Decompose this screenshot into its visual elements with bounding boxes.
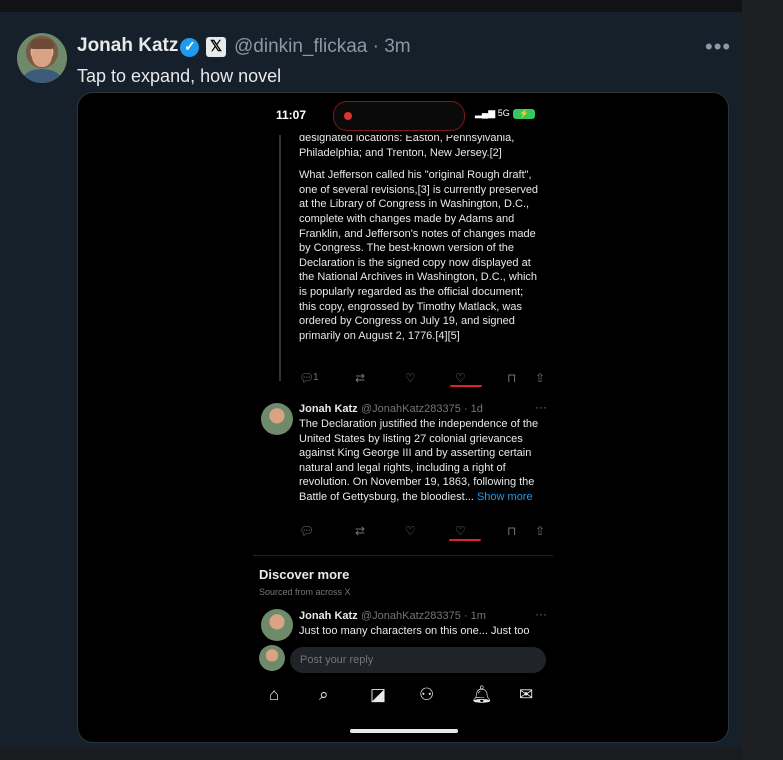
notifications-icon[interactable]: 🔔︎ (471, 685, 493, 705)
thread-line (279, 133, 281, 381)
post-media[interactable]: designated locations: Easton, Pennsylvan… (77, 92, 729, 743)
red-underline-2 (449, 539, 481, 541)
reply-icon[interactable]: 💬︎ (299, 524, 314, 538)
status-time: 11:07 (276, 108, 307, 122)
verified-badge-icon (180, 38, 199, 57)
dynamic-island (333, 101, 465, 131)
divider (253, 555, 553, 556)
communities-icon[interactable]: ⚇ (419, 685, 434, 705)
thread-text: designated locations: Easton, Pennsylvan… (299, 131, 539, 351)
views-icon[interactable]: ♡ (455, 371, 466, 385)
thread-text-part2: What Jefferson called his "original Roug… (299, 169, 539, 342)
author-avatar[interactable] (17, 33, 67, 83)
reply-count: 1 (313, 372, 319, 383)
tweet1-actions: 💬︎ 1 ⇄ ♡ ♡ ⊓ ⇧ (299, 371, 549, 387)
home-icon[interactable]: ⌂ (269, 685, 279, 705)
reply-avatar (259, 645, 285, 671)
share-icon[interactable]: ⇧ (535, 371, 545, 385)
tweet3-text: Just too many characters on this one... … (299, 625, 530, 637)
right-gutter (742, 0, 783, 760)
author-handle-time[interactable]: @dinkin_flickaa · 3m (234, 36, 411, 58)
reply-input[interactable]: Post your reply (290, 647, 546, 673)
reply-icon[interactable]: 💬︎ (299, 371, 314, 385)
network-type: 5G (497, 108, 510, 118)
share-icon[interactable]: ⇧ (535, 524, 545, 538)
tweet3-handle[interactable]: @JonahKatz283375 · 1m (361, 610, 486, 622)
tweet3-more-icon[interactable]: ··· (535, 607, 547, 621)
battery-icon: ⚡ (513, 109, 535, 119)
more-options-icon[interactable]: ••• (705, 34, 731, 60)
compose-icon[interactable]: ◪ (370, 685, 386, 705)
retweet-icon[interactable]: ⇄ (355, 524, 365, 538)
search-icon[interactable]: ⌕ (319, 685, 329, 705)
reply-placeholder: Post your reply (300, 654, 374, 666)
retweet-icon[interactable]: ⇄ (355, 371, 365, 385)
bookmark-icon[interactable]: ⊓ (507, 371, 516, 385)
top-edge (0, 0, 783, 12)
like-icon[interactable]: ♡ (405, 524, 416, 538)
discover-title: Discover more (259, 567, 350, 582)
status-bar: 11:07 ▂▄▆ 5G ⚡ (253, 93, 553, 135)
tweet2-actions: 💬︎ ⇄ ♡ ♡ ⊓ ⇧ (299, 524, 549, 540)
post-card[interactable]: Jonah Katz 𝕏 @dinkin_flickaa · 3m ••• Ta… (0, 12, 742, 748)
author-name[interactable]: Jonah Katz (77, 35, 178, 57)
discover-subtitle: Sourced from across X (259, 587, 351, 597)
thread-text-part1: designated locations: Easton, Pennsylvan… (299, 132, 515, 159)
reply-bar: Post your reply (253, 643, 553, 679)
red-underline-1 (450, 385, 482, 387)
tweet2-avatar[interactable] (261, 403, 293, 435)
x-affiliate-icon: 𝕏 (206, 37, 226, 57)
views-icon[interactable]: ♡ (455, 524, 466, 538)
like-icon[interactable]: ♡ (405, 371, 416, 385)
show-more-link[interactable]: Show more (477, 491, 533, 503)
tweet2-more-icon[interactable]: ··· (535, 400, 547, 414)
post-text: Tap to expand, how novel (77, 66, 282, 86)
signal-indicator: ▂▄▆ 5G (475, 108, 510, 118)
phone-screenshot: designated locations: Easton, Pennsylvan… (253, 93, 553, 742)
tweet2-text: The Declaration justified the independen… (299, 417, 541, 505)
tweet3-avatar[interactable] (261, 609, 293, 641)
tweet2-handle[interactable]: @JonahKatz283375 · 1d (361, 403, 483, 415)
messages-icon[interactable]: ✉ (519, 685, 533, 705)
tweet3-name[interactable]: Jonah Katz (299, 610, 358, 622)
bookmark-icon[interactable]: ⊓ (507, 524, 516, 538)
tweet2-name[interactable]: Jonah Katz (299, 403, 358, 415)
recording-dot-icon (344, 112, 352, 120)
home-indicator (350, 729, 458, 733)
bottom-nav: ⌂ ⌕ ◪ ⚇ 🔔︎ ✉ (253, 681, 553, 721)
